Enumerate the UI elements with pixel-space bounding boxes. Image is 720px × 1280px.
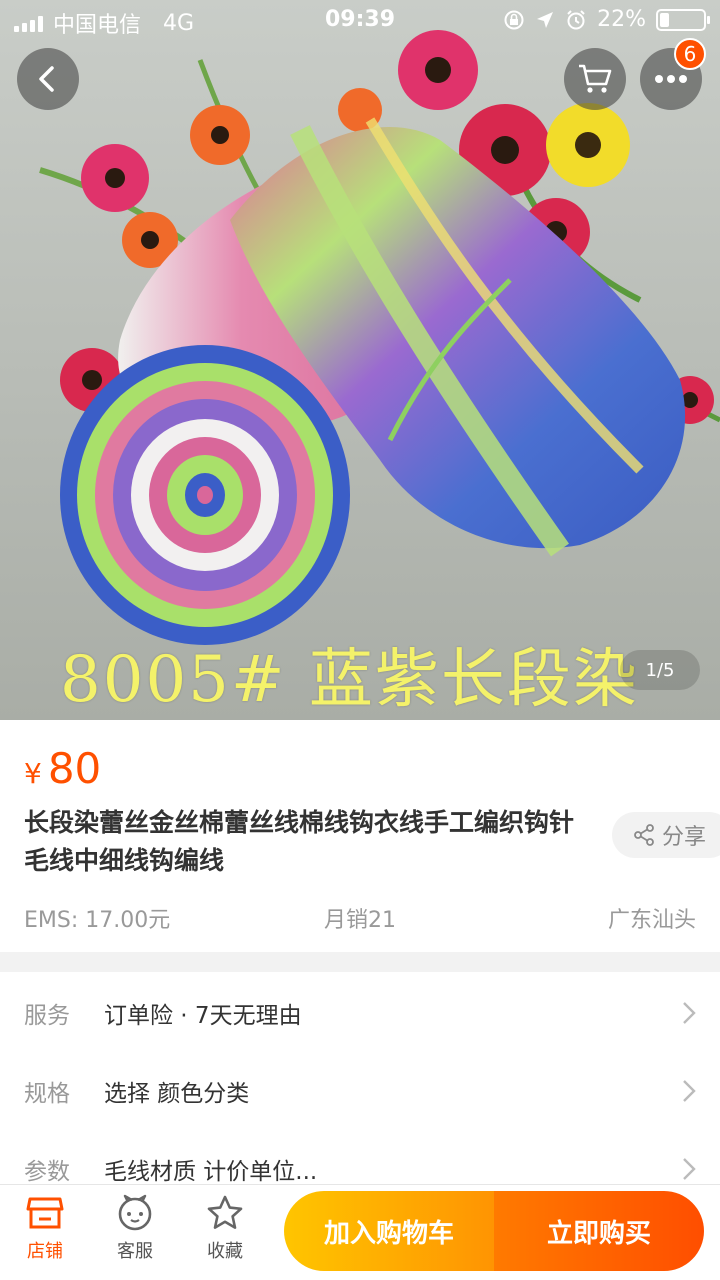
product-image-gallery[interactable]: 8005# 蓝紫长段染 1/5 (0, 0, 720, 720)
add-to-cart-button[interactable]: 加入购物车 (284, 1191, 494, 1271)
battery-percent: 22% (597, 7, 646, 32)
share-label: 分享 (662, 825, 707, 850)
currency-symbol: ¥ (24, 757, 42, 790)
battery-icon (656, 8, 710, 31)
favorite-label: 收藏 (207, 1241, 243, 1262)
shop-tab[interactable]: 店铺 (0, 1193, 90, 1273)
alarm-icon (567, 9, 585, 29)
chevron-right-icon (683, 1158, 696, 1180)
customer-service-icon (118, 1194, 152, 1231)
shipping-fee: EMS: 17.00元 (24, 908, 171, 933)
more-button[interactable]: 6 (640, 38, 706, 110)
bottom-action-bar: 店铺 客服 收藏 加入购物车 立即购买 (0, 1184, 720, 1280)
yarn-photo (0, 0, 720, 720)
status-bar: 中国电信 4G 09:39 22% (0, 0, 720, 40)
cart-button[interactable] (564, 48, 626, 110)
ship-from-location: 广东汕头 (607, 908, 696, 933)
favorite-tab[interactable]: 收藏 (180, 1193, 270, 1273)
spec-value: 选择 颜色分类 (104, 1081, 250, 1107)
location-icon (537, 11, 554, 28)
product-info-section: ¥ 80 长段染蕾丝金丝棉蕾丝线棉线钩衣线手工编织钩针毛线中细线钩编线 分享 E… (0, 720, 720, 952)
product-detail-page: 8005# 蓝紫长段染 1/5 中国电信 4G 09:39 22% 6 ¥ 80… (0, 0, 720, 1280)
share-icon (634, 824, 654, 846)
chevron-right-icon (683, 1002, 696, 1024)
product-title: 长段染蕾丝金丝棉蕾丝线棉线钩衣线手工编织钩针毛线中细线钩编线 (24, 808, 575, 875)
purchase-buttons: 加入购物车 立即购买 (284, 1191, 704, 1271)
price: ¥ 80 (24, 744, 101, 793)
gallery-page-indicator: 1/5 (620, 650, 700, 690)
service-label: 服务 (24, 1003, 70, 1029)
cart-icon (579, 64, 612, 93)
more-icon (655, 75, 687, 83)
share-button[interactable]: 分享 (612, 812, 720, 858)
customer-service-label: 客服 (117, 1241, 153, 1262)
services-section: 服务 订单险 · 7天无理由 规格 选择 颜色分类 参数 毛线材质 计价单位..… (0, 972, 720, 1212)
shop-icon (26, 1197, 64, 1229)
customer-service-tab[interactable]: 客服 (90, 1193, 180, 1273)
back-icon (39, 66, 54, 92)
service-value: 订单险 · 7天无理由 (104, 1003, 302, 1029)
chevron-right-icon (683, 1080, 696, 1102)
battery-level-fill (660, 12, 669, 27)
service-row[interactable]: 服务 订单险 · 7天无理由 (0, 974, 720, 1052)
buy-now-button[interactable]: 立即购买 (494, 1191, 704, 1271)
spec-row[interactable]: 规格 选择 颜色分类 (0, 1052, 720, 1130)
back-button[interactable] (17, 48, 79, 110)
monthly-sales: 月销21 (324, 908, 396, 933)
params-value: 毛线材质 计价单位... (104, 1159, 318, 1185)
shop-label: 店铺 (27, 1241, 63, 1262)
price-value: 80 (47, 744, 102, 793)
message-count-badge: 6 (674, 38, 706, 70)
star-icon (207, 1195, 243, 1229)
rotation-lock-icon (504, 10, 524, 29)
params-label: 参数 (24, 1159, 70, 1185)
image-caption: 8005# 蓝紫长段染 (60, 643, 639, 717)
spec-label: 规格 (24, 1081, 70, 1107)
